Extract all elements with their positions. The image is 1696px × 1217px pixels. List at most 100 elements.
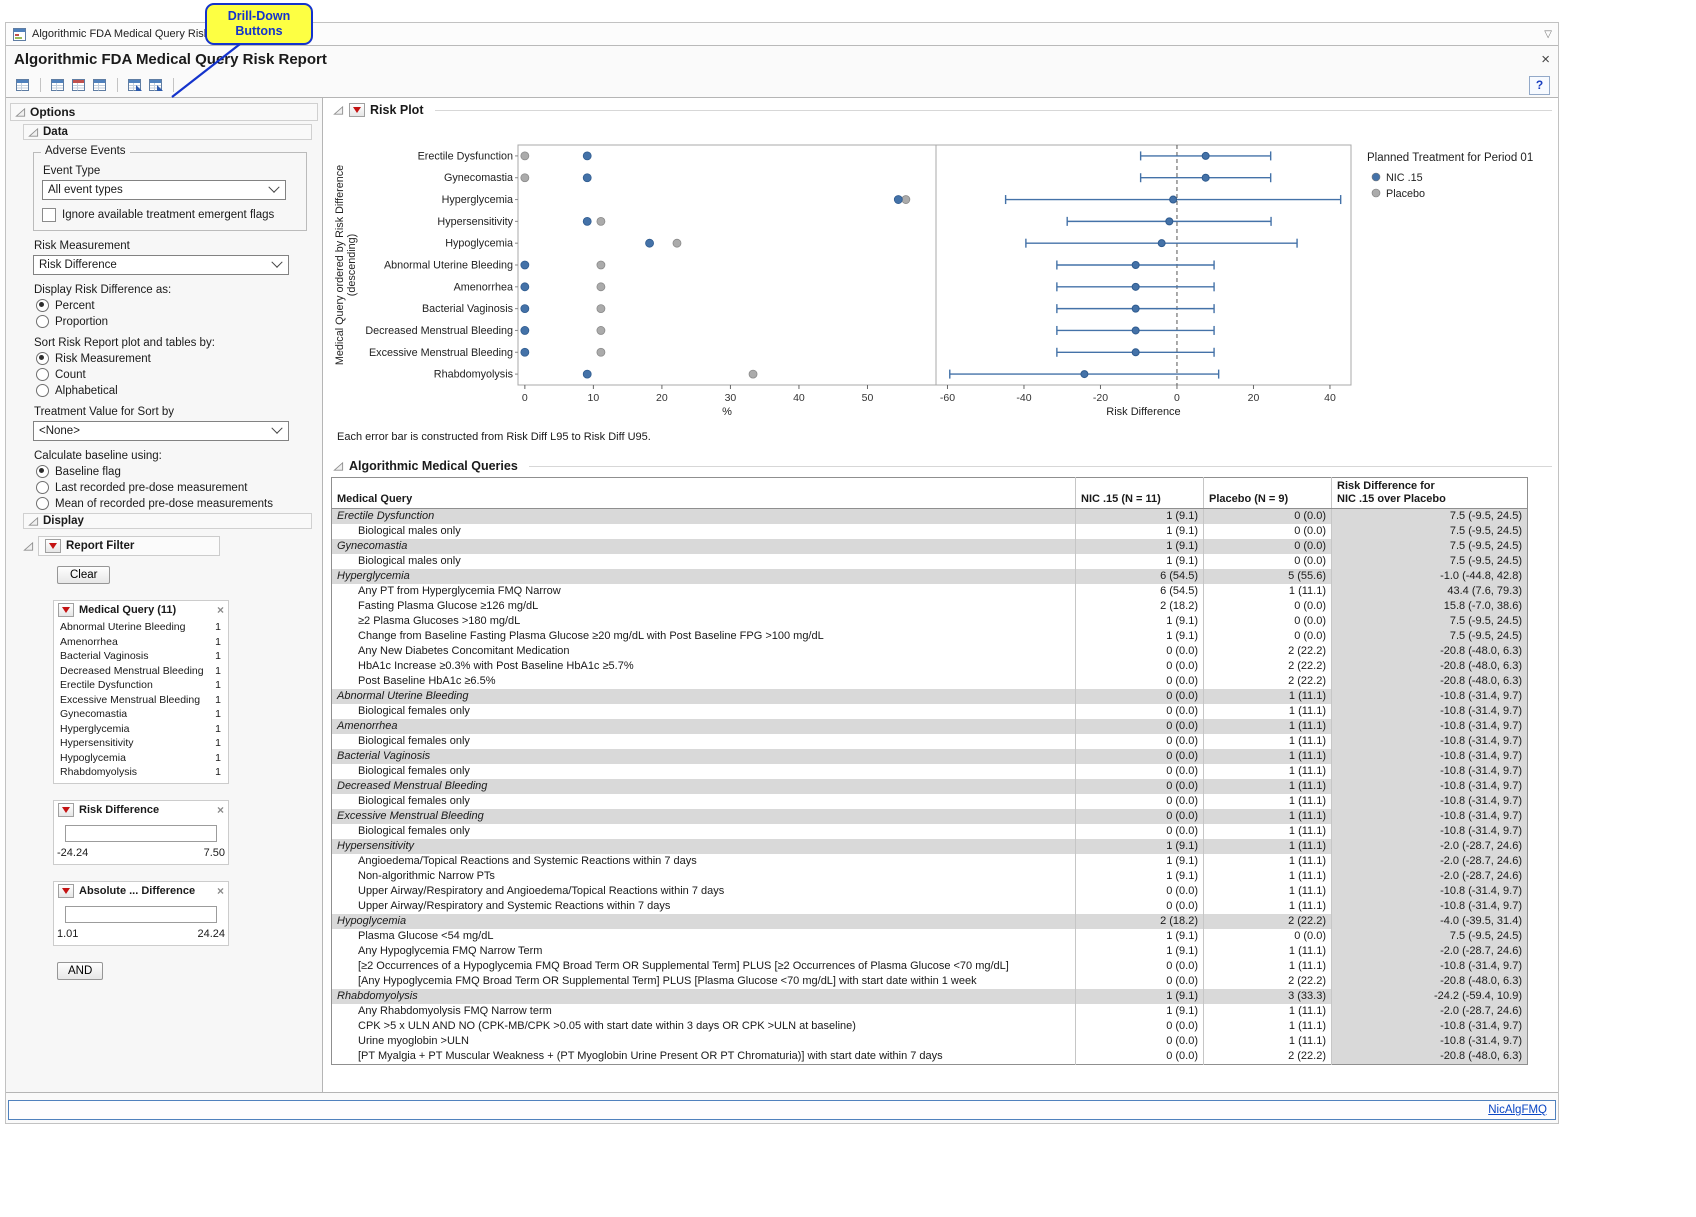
close-icon[interactable]: × [217,604,224,616]
queries-section-header[interactable]: Algorithmic Medical Queries [331,457,1552,475]
table-row[interactable]: Excessive Menstrual Bleeding0 (0.0)1 (11… [332,809,1528,824]
drill-down-data-table-icon[interactable] [126,77,144,94]
table-row[interactable]: Decreased Menstrual Bleeding0 (0.0)1 (11… [332,779,1528,794]
filter-list-item[interactable]: Erectile Dysfunction1 [54,678,228,693]
options-header[interactable]: Options [10,103,318,121]
event-type-select[interactable]: All event types [42,180,286,200]
table-row[interactable]: Any PT from Hyperglycemia FMQ Narrow6 (5… [332,584,1528,599]
filter-list-item[interactable]: Abnormal Uterine Bleeding1 [54,620,228,635]
clear-button[interactable]: Clear [57,566,110,584]
table-row[interactable]: Gynecomastia1 (9.1)0 (0.0)7.5 (-9.5, 24.… [332,539,1528,554]
radio-alphabetical[interactable]: Alphabetical [36,384,314,397]
table-row[interactable]: Any Rhabdomyolysis FMQ Narrow term1 (9.1… [332,1004,1528,1019]
table-row[interactable]: Rhabdomyolysis1 (9.1)3 (33.3)-24.2 (-59.… [332,989,1528,1004]
collapse-triangle-icon [28,127,39,138]
svg-text:10: 10 [588,392,600,404]
table-row[interactable]: Plasma Glucose <54 mg/dL1 (9.1)0 (0.0)7.… [332,929,1528,944]
table-row[interactable]: Biological females only0 (0.0)1 (11.1)-1… [332,734,1528,749]
red-triangle-menu-icon[interactable] [58,803,74,817]
radio-proportion[interactable]: Proportion [36,315,314,328]
close-icon[interactable]: × [217,885,224,897]
table-row[interactable]: ≥2 Plasma Glucoses >180 mg/dL1 (9.1)0 (0… [332,614,1528,629]
close-icon[interactable]: × [217,804,224,816]
filter-list-item[interactable]: Decreased Menstrual Bleeding1 [54,664,228,679]
radio-last-recorded-pre-dose-measurement[interactable]: Last recorded pre-dose measurement [36,481,314,494]
treatment-value-select[interactable]: <None> [33,421,289,441]
help-button[interactable]: ? [1529,76,1550,95]
display-header[interactable]: Display [23,513,312,529]
red-triangle-menu-icon[interactable] [349,103,365,117]
and-button[interactable]: AND [57,962,103,980]
table-row[interactable]: Biological females only0 (0.0)1 (11.1)-1… [332,764,1528,779]
treatment-value-label: Treatment Value for Sort by [34,406,314,418]
svg-text:Hypoglycemia: Hypoglycemia [445,238,513,250]
table-row[interactable]: Hypersensitivity1 (9.1)1 (11.1)-2.0 (-28… [332,839,1528,854]
filter-list-item[interactable]: Bacterial Vaginosis1 [54,649,228,664]
chevron-down-icon [268,182,279,193]
radio-button-icon [36,465,49,478]
table-row[interactable]: Erectile Dysfunction1 (9.1)0 (0.0)7.5 (-… [332,509,1528,525]
data-header[interactable]: Data [23,124,312,140]
filter-list-item[interactable]: Gynecomastia1 [54,707,228,722]
table-row[interactable]: HbA1c Increase ≥0.3% with Post Baseline … [332,659,1528,674]
table-row[interactable]: CPK >5 x ULN AND NO (CPK-MB/CPK >0.05 wi… [332,1019,1528,1034]
ignore-flags-checkbox[interactable]: Ignore available treatment emergent flag… [42,208,298,222]
table-row[interactable]: Biological females only0 (0.0)1 (11.1)-1… [332,794,1528,809]
filter-list-item[interactable]: Hypoglycemia1 [54,751,228,766]
risk-measurement-select[interactable]: Risk Difference [33,255,289,275]
table-row[interactable]: Upper Airway/Respiratory and Systemic Re… [332,899,1528,914]
table-row[interactable]: [≥2 Occurrences of a Hypoglycemia FMQ Br… [332,959,1528,974]
journal-icon[interactable] [49,77,67,94]
table-row[interactable]: Angioedema/Topical Reactions and Systemi… [332,854,1528,869]
table-row[interactable]: Upper Airway/Respiratory and Angioedema/… [332,884,1528,899]
red-triangle-menu-icon[interactable] [45,539,61,553]
table-row[interactable]: Hyperglycemia6 (54.5)5 (55.6)-1.0 (-44.8… [332,569,1528,584]
radio-risk-measurement[interactable]: Risk Measurement [36,352,314,365]
table-row[interactable]: Urine myoglobin >ULN0 (0.0)1 (11.1)-10.8… [332,1034,1528,1049]
table-row[interactable]: Abnormal Uterine Bleeding0 (0.0)1 (11.1)… [332,689,1528,704]
table-row[interactable]: Amenorrhea0 (0.0)1 (11.1)-10.8 (-31.4, 9… [332,719,1528,734]
radio-percent[interactable]: Percent [36,299,314,312]
filter-list-item[interactable]: Hyperglycemia1 [54,722,228,737]
window-menu-arrow-icon[interactable]: ▽ [1544,29,1552,40]
report-filter-header[interactable]: Report Filter [23,536,322,556]
risk-plot-header[interactable]: Risk Plot [331,101,1552,119]
table-row[interactable]: Bacterial Vaginosis0 (0.0)1 (11.1)-10.8 … [332,749,1528,764]
radio-baseline-flag[interactable]: Baseline flag [36,465,314,478]
table-row[interactable]: Hypoglycemia2 (18.2)2 (22.2)-4.0 (-39.5,… [332,914,1528,929]
filter-list-item[interactable]: Excessive Menstrual Bleeding1 [54,693,228,708]
table-row[interactable]: Biological females only0 (0.0)1 (11.1)-1… [332,704,1528,719]
table-row[interactable]: Biological males only1 (9.1)0 (0.0)7.5 (… [332,554,1528,569]
table-row[interactable]: Non-algorithmic Narrow PTs1 (9.1)1 (11.1… [332,869,1528,884]
radio-count[interactable]: Count [36,368,314,381]
radio-mean-of-recorded-pre-dose-measurements[interactable]: Mean of recorded pre-dose measurements [36,497,314,510]
table-row[interactable]: Biological females only0 (0.0)1 (11.1)-1… [332,824,1528,839]
checkbox-box [42,208,56,222]
table-row[interactable]: [PT Myalgia + PT Muscular Weakness + (PT… [332,1049,1528,1065]
collapse-triangle-icon [15,107,26,118]
report-icon[interactable] [91,77,109,94]
table-row[interactable]: Any New Diabetes Concomitant Medication0… [332,644,1528,659]
close-icon[interactable]: × [1541,52,1550,67]
toolbar-separator [40,78,41,92]
data-table-icon[interactable] [70,77,88,94]
risk-difference-range-slider[interactable] [65,825,217,842]
sort-by-label: Sort Risk Report plot and tables by: [34,337,314,349]
red-triangle-menu-icon[interactable] [58,603,74,617]
table-row[interactable]: Fasting Plasma Glucose ≥126 mg/dL2 (18.2… [332,599,1528,614]
table-row[interactable]: Post Baseline HbA1c ≥6.5%0 (0.0)2 (22.2)… [332,674,1528,689]
drill-down-report-icon[interactable] [147,77,165,94]
red-triangle-menu-icon[interactable] [58,884,74,898]
save-journal-icon[interactable] [14,77,32,94]
table-row[interactable]: Any Hypoglycemia FMQ Narrow Term1 (9.1)1… [332,944,1528,959]
filter-list-item[interactable]: Amenorrhea1 [54,635,228,650]
queries-table: Medical Query NIC .15 (N = 11) Placebo (… [331,477,1528,1065]
table-row[interactable]: Change from Baseline Fasting Plasma Gluc… [332,629,1528,644]
display-as-label: Display Risk Difference as: [34,284,314,296]
status-link[interactable]: NicAlgFMQ [1488,1104,1547,1116]
filter-list-item[interactable]: Rhabdomyolysis1 [54,765,228,780]
absolute-difference-range-slider[interactable] [65,906,217,923]
table-row[interactable]: Biological males only1 (9.1)0 (0.0)7.5 (… [332,524,1528,539]
table-row[interactable]: [Any Hypoglycemia FMQ Broad Term OR Supp… [332,974,1528,989]
filter-list-item[interactable]: Hypersensitivity1 [54,736,228,751]
